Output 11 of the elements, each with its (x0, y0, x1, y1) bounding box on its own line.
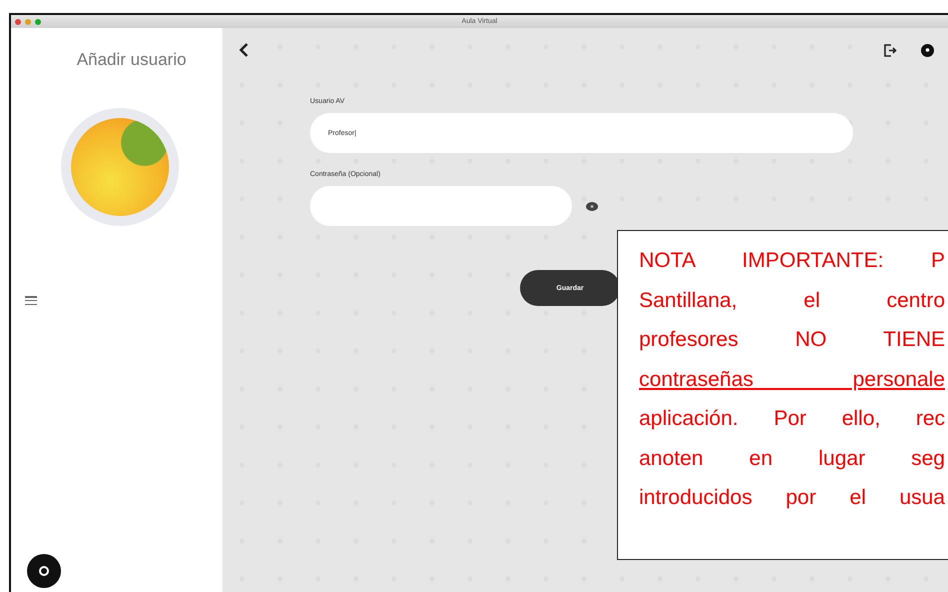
menu-icon[interactable] (25, 296, 37, 305)
back-icon[interactable] (239, 43, 249, 57)
help-icon[interactable] (921, 44, 934, 56)
eye-icon[interactable] (586, 202, 598, 210)
sidebar-title: Añadir usuario (76, 50, 186, 70)
logout-icon[interactable] (884, 44, 897, 56)
settings-button[interactable] (27, 554, 61, 588)
password-field[interactable] (310, 186, 572, 226)
ring-icon (38, 565, 50, 577)
close-button[interactable] (15, 18, 21, 24)
important-note: NOTA IMPORTANTE: P Santillana, el centro profesores NO TIENE contraseñas personale aplicación. Por ello, rec anoten en lugar seg introducidos por el usua (617, 230, 948, 560)
